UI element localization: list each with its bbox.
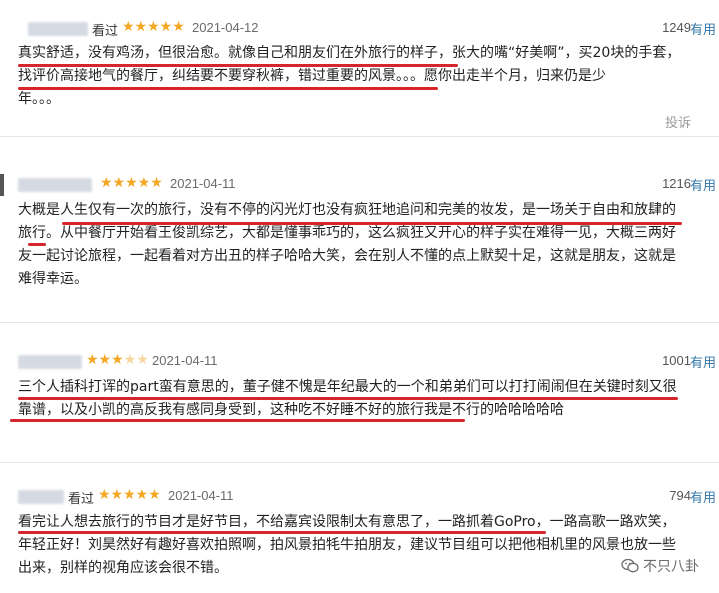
wechat-icon: [621, 558, 639, 573]
review-line: 找评价高接地气的餐厅，纠结要不要穿秋裤，错过重要的风景。。。愿你出走半个月，归来…: [18, 68, 606, 84]
highlight-underline: [62, 222, 682, 225]
review-date: 2021-04-11: [152, 353, 218, 368]
highlight-underline: [28, 243, 46, 246]
review-line: 大概是人生仅有一次的旅行，没有不停的闪光灯也没有疯狂地追问和完美的妆发，是一场关…: [18, 202, 676, 218]
useful-button[interactable]: 有用: [690, 175, 716, 194]
divider: [0, 322, 719, 323]
report-button[interactable]: 投诉: [665, 112, 691, 131]
username-blurred[interactable]: [18, 490, 64, 504]
review-line: 三个人插科打诨的part蛮有意思的，董子健不愧是年纪最大的一个和弟弟们可以打打闹…: [18, 379, 677, 395]
highlight-underline: [18, 531, 546, 534]
review-line: 年。。。: [18, 91, 60, 107]
review-meta: ★★★★★ 2021-04-11 1001 有用: [0, 351, 719, 373]
username-blurred[interactable]: [18, 355, 82, 369]
highlight-underline: [18, 64, 458, 67]
useful-button[interactable]: 有用: [690, 19, 716, 38]
vote-count: 794: [669, 488, 691, 503]
highlight-underline: [18, 397, 678, 400]
seen-label: 看过: [68, 492, 95, 507]
vote-count: 1216: [662, 176, 691, 191]
seen-label: 看过: [92, 24, 119, 39]
review-line: 出来，别样的视角应该会很不错。: [18, 560, 228, 576]
review-line: 旅行。从中餐厅开始看王俊凯综艺，大都是懂事乖巧的，这么疯狂又开心的样子实在难得一…: [18, 225, 676, 241]
avatar[interactable]: [0, 174, 4, 196]
highlight-underline: [10, 419, 465, 422]
review-text: 看完让人想去旅行的节目才是好节目，不给嘉宾设限制太有意思了，一路抓着GoPro，…: [18, 511, 698, 580]
vote-count: 1249: [662, 20, 691, 35]
divider: [0, 136, 719, 137]
highlight-underline: [18, 87, 438, 90]
divider: [0, 462, 719, 463]
vote-count: 1001: [662, 353, 691, 368]
rating-stars: ★★★★★: [100, 175, 163, 191]
review-date: 2021-04-11: [170, 176, 236, 191]
useful-button[interactable]: 有用: [690, 352, 716, 371]
rating-stars: ★★★★★: [122, 19, 185, 35]
review-line: 真实舒适，没有鸡汤，但很治愈。就像自己和朋友们在外旅行的样子，张大的嘴“好美啊”…: [18, 45, 681, 61]
review-meta: ★★★★★ 2021-04-11 1216 有用: [0, 174, 719, 196]
review-meta: 看过 ★★★★★ 2021-04-12 1249 有用: [0, 18, 719, 40]
username-blurred[interactable]: [18, 178, 92, 192]
review-line: 友一起讨论旅程，一起看着对方出丑的样子哈哈大笑，会在别人不懂的点上默契十足，这就…: [18, 248, 676, 264]
review-line: 难得幸运。: [18, 271, 88, 287]
watermark: 不只八卦: [621, 556, 699, 576]
review-meta: 看过 ★★★★★ 2021-04-11 794 有用: [0, 486, 719, 508]
watermark-text: 不只八卦: [643, 559, 699, 575]
review-date: 2021-04-11: [168, 488, 234, 503]
review-text: 大概是人生仅有一次的旅行，没有不停的闪光灯也没有疯狂地追问和完美的妆发，是一场关…: [18, 199, 698, 291]
rating-stars: ★★★★★: [86, 352, 149, 368]
useful-button[interactable]: 有用: [690, 487, 716, 506]
review-date: 2021-04-12: [192, 20, 259, 35]
username-blurred[interactable]: [28, 22, 88, 36]
review-text: 真实舒适，没有鸡汤，但很治愈。就像自己和朋友们在外旅行的样子，张大的嘴“好美啊”…: [18, 42, 698, 111]
rating-stars: ★★★★★: [98, 487, 161, 503]
review-line: 年轻正好！刘昊然好有趣好喜欢拍照啊，拍风景拍牦牛拍朋友，建议节目组可以把他相机里…: [18, 537, 676, 553]
